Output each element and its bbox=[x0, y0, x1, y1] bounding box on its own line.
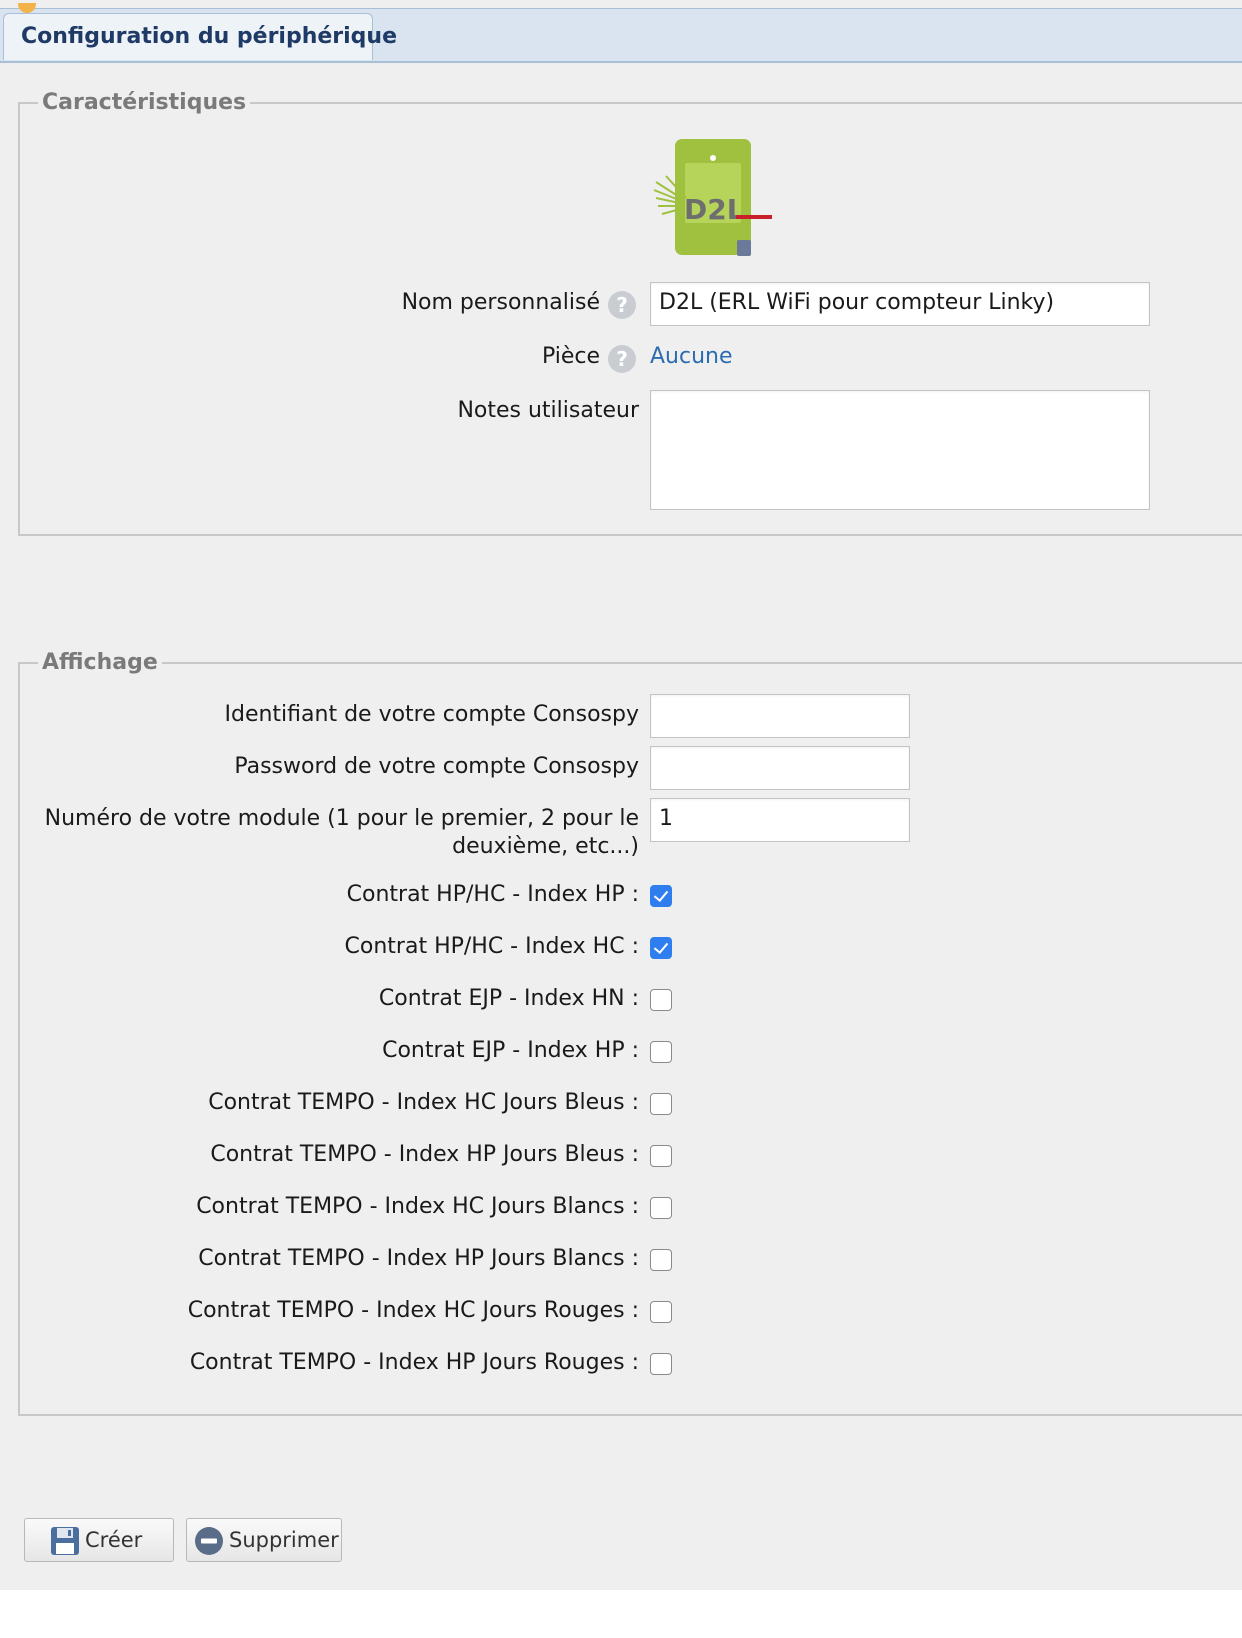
contract-ejp-hn-checkbox[interactable] bbox=[650, 989, 672, 1011]
module-number-label-line2: deuxième, etc...) bbox=[452, 834, 639, 859]
characteristics-legend: Caractéristiques bbox=[42, 90, 247, 115]
module-number-input[interactable]: 1 bbox=[650, 798, 910, 842]
create-button[interactable]: Créer bbox=[24, 1518, 174, 1562]
contract-ejp-hp-label: Contrat EJP - Index HP : bbox=[382, 1038, 639, 1063]
contract-hphc-hc-checkbox[interactable] bbox=[650, 937, 672, 959]
contract-tempo-hc-bleus-label: Contrat TEMPO - Index HC Jours Bleus : bbox=[208, 1090, 639, 1115]
room-help-icon[interactable]: ? bbox=[608, 345, 636, 373]
consospy-password-label: Password de votre compte Consospy bbox=[234, 754, 639, 779]
contract-tempo-hp-blancs-checkbox[interactable] bbox=[650, 1249, 672, 1271]
custom-name-help-icon[interactable]: ? bbox=[608, 291, 636, 319]
contract-tempo-hp-rouges-label: Contrat TEMPO - Index HP Jours Rouges : bbox=[189, 1350, 639, 1375]
contract-tempo-hp-blancs-label: Contrat TEMPO - Index HP Jours Blancs : bbox=[198, 1246, 639, 1271]
contract-hphc-hp-checkbox[interactable] bbox=[650, 885, 672, 907]
device-logo-text: D2L bbox=[684, 193, 745, 226]
custom-name-input[interactable]: D2L (ERL WiFi pour compteur Linky) bbox=[650, 282, 1150, 326]
create-button-label: Créer bbox=[85, 1528, 143, 1552]
contract-ejp-hp-checkbox[interactable] bbox=[650, 1041, 672, 1063]
tab-device-configuration[interactable]: Configuration du périphérique bbox=[3, 13, 397, 60]
minus-circle-icon bbox=[195, 1527, 223, 1555]
module-number-label-line1: Numéro de votre module (1 pour le premie… bbox=[44, 806, 639, 831]
device-logo: D2L bbox=[653, 139, 772, 256]
consospy-id-label: Identifiant de votre compte Consospy bbox=[224, 702, 640, 727]
tab-bar: Configuration du périphérique bbox=[0, 3, 1242, 63]
contract-tempo-hp-bleus-label: Contrat TEMPO - Index HP Jours Bleus : bbox=[210, 1142, 639, 1167]
contract-hphc-hp-label: Contrat HP/HC - Index HP : bbox=[346, 882, 639, 907]
contract-tempo-hc-bleus-checkbox[interactable] bbox=[650, 1093, 672, 1115]
contract-tempo-hc-rouges-label: Contrat TEMPO - Index HC Jours Rouges : bbox=[187, 1298, 639, 1323]
consospy-password-input[interactable] bbox=[650, 746, 910, 790]
consospy-id-input[interactable] bbox=[650, 694, 910, 738]
room-label: Pièce bbox=[541, 344, 600, 369]
contract-tempo-hc-rouges-checkbox[interactable] bbox=[650, 1301, 672, 1323]
contract-tempo-hp-bleus-checkbox[interactable] bbox=[650, 1145, 672, 1167]
room-link[interactable]: Aucune bbox=[650, 344, 733, 369]
display-legend: Affichage bbox=[42, 650, 158, 675]
contract-tempo-hc-blancs-checkbox[interactable] bbox=[650, 1197, 672, 1219]
delete-button-label: Supprimer bbox=[229, 1528, 339, 1552]
floppy-disk-icon bbox=[51, 1527, 79, 1555]
window-indicator bbox=[18, 3, 36, 13]
delete-button[interactable]: Supprimer bbox=[186, 1518, 342, 1562]
custom-name-label: Nom personnalisé bbox=[401, 290, 600, 315]
contract-tempo-hc-blancs-label: Contrat TEMPO - Index HC Jours Blancs : bbox=[196, 1194, 639, 1219]
contract-tempo-hp-rouges-checkbox[interactable] bbox=[650, 1353, 672, 1375]
notes-textarea[interactable] bbox=[650, 390, 1150, 510]
contract-hphc-hc-label: Contrat HP/HC - Index HC : bbox=[344, 934, 639, 959]
notes-label: Notes utilisateur bbox=[457, 398, 639, 423]
contract-ejp-hn-label: Contrat EJP - Index HN : bbox=[378, 986, 639, 1011]
